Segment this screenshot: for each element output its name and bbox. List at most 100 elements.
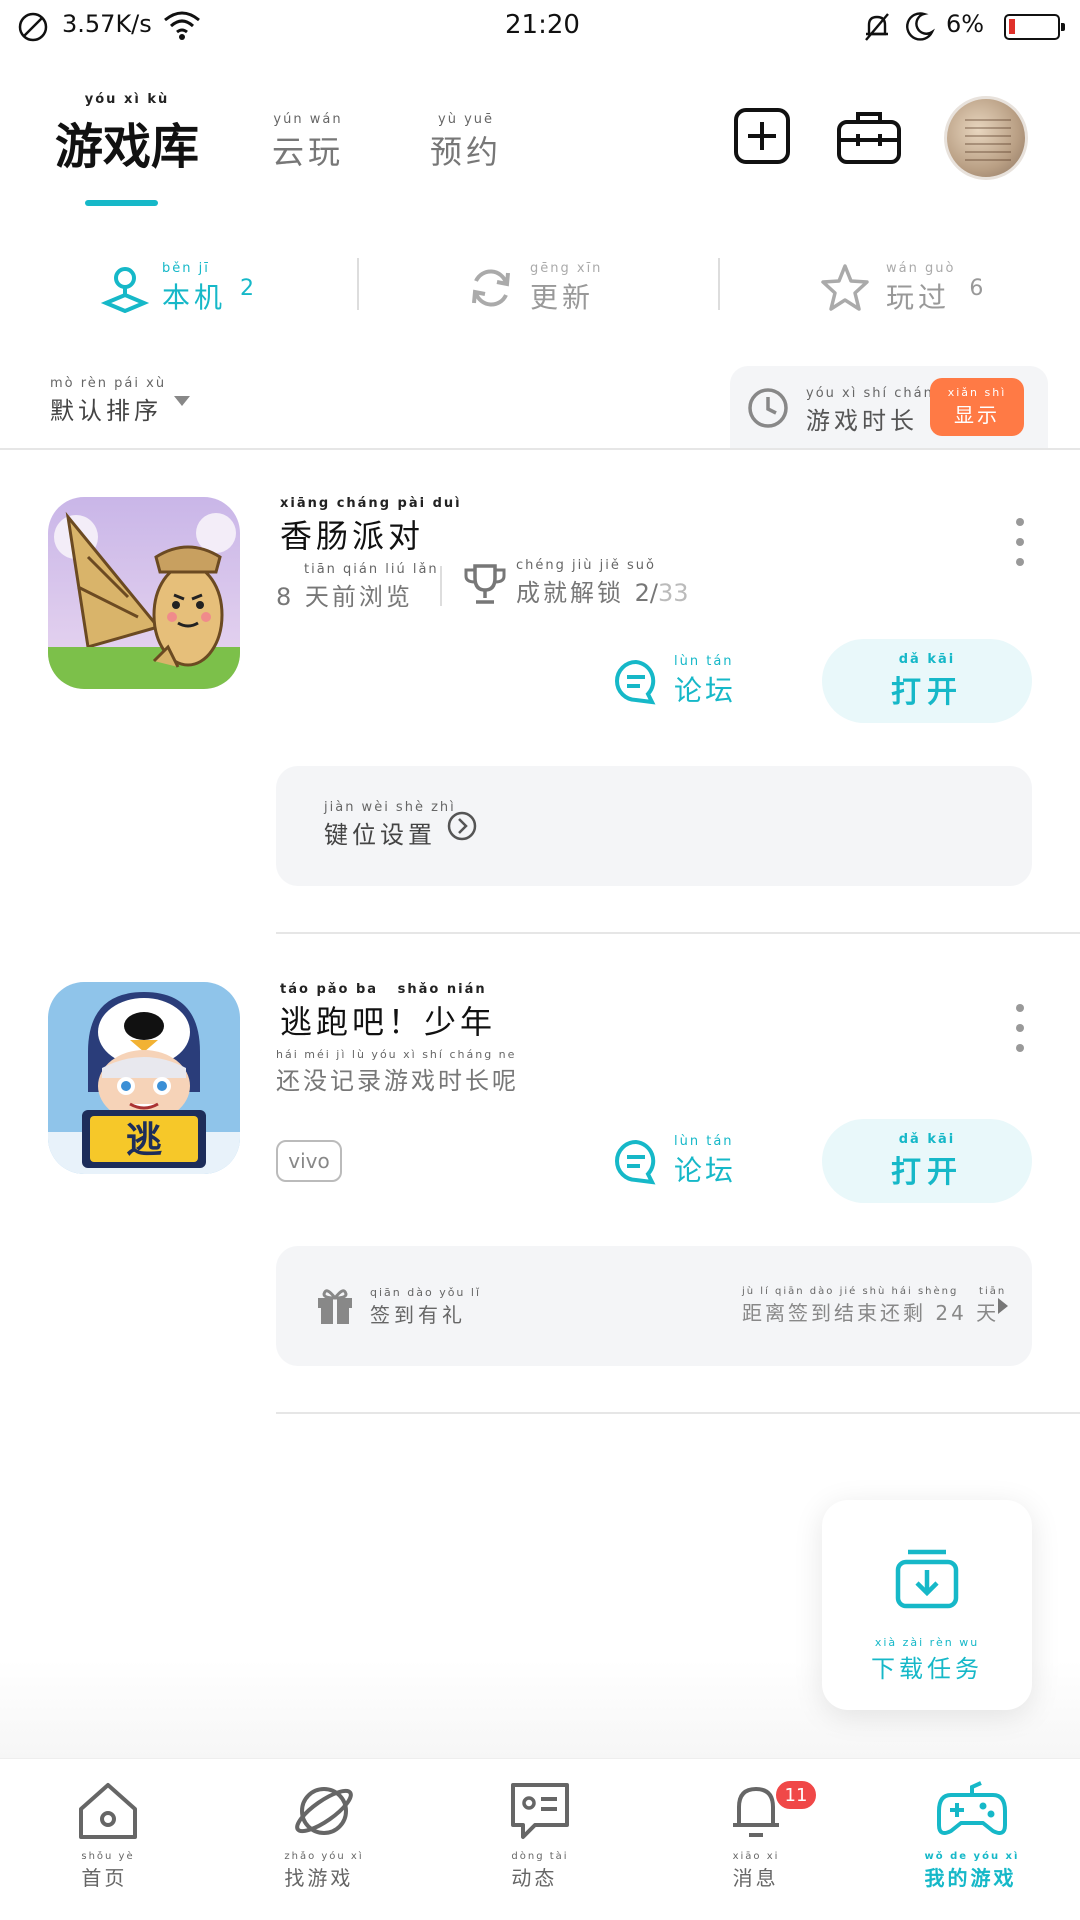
star-icon [821, 264, 869, 311]
moon-icon [906, 12, 935, 41]
clock-icon [748, 388, 788, 428]
game-title-sausage-party[interactable]: xiāng cháng pài duì 香肠派对 [280, 496, 462, 557]
home-icon [79, 1783, 137, 1839]
divider [276, 1412, 1080, 1414]
nav-find-games[interactable]: zhǎo yóu xì 找游戏 [224, 1779, 424, 1891]
nav-messages[interactable]: 11 xiāo xi 消息 [656, 1779, 856, 1891]
active-tab-indicator [85, 200, 158, 206]
subtab-pinyin: běn jī [162, 260, 210, 276]
tab-reservation[interactable]: yù yuē 预约 [430, 112, 502, 173]
game-icon-escape-boy[interactable]: 逃 [48, 982, 240, 1174]
game-icon-sausage-party[interactable] [48, 497, 240, 689]
wifi-icon [164, 11, 200, 40]
open-label: 打开 [891, 674, 963, 710]
subtab-update[interactable]: gēng xīn 更新 [466, 258, 602, 318]
download-label: xià zài rèn wu 下载任务 [822, 1636, 1032, 1684]
subtab-count: 2 [240, 275, 255, 301]
tab-cloud-play[interactable]: yún wán 云玩 [272, 112, 344, 173]
caret-down-icon [174, 396, 190, 406]
subtab-played[interactable]: wán guò 玩过 6 [818, 258, 983, 318]
no-playtime-record: hái méi jì lù yóu xì shí cháng ne 还没记录游戏… [276, 1048, 519, 1096]
download-icon [895, 1549, 959, 1609]
achievement-label: 成就解锁 [516, 579, 624, 607]
user-avatar[interactable] [944, 96, 1028, 180]
tab-pinyin: yún wán [273, 112, 343, 127]
sort-label: 默认排序 [50, 397, 162, 425]
remaining-pinyin: jù lí qiān dào jié shù hái shèng tiān [742, 1286, 1007, 1297]
toolbox-icon[interactable] [836, 108, 902, 166]
title-pinyin: táo pǎo ba shǎo nián [280, 982, 487, 997]
last-browsed-pinyin: tiān qián liú lǎn [304, 562, 439, 577]
nav-label: 消息 [732, 1866, 779, 1890]
status-bar: 3.57K/s 21:20 6% [0, 0, 1080, 54]
open-pinyin: dǎ kāi [898, 1131, 956, 1147]
more-options-icon[interactable] [1012, 1004, 1028, 1052]
forum-button[interactable]: lùn tán 论坛 [612, 654, 736, 709]
show-playtime-button[interactable]: xiǎn shì 显示 [930, 378, 1024, 436]
title-text: 逃跑吧！少年 [280, 1003, 497, 1041]
sausage-party-art [48, 497, 240, 689]
panel-pinyin: qiān dào yǒu lǐ [370, 1286, 482, 1299]
checkin-gift-panel[interactable]: qiān dào yǒu lǐ 签到有礼 jù lí qiān dào jié … [276, 1246, 1032, 1366]
open-game-button[interactable]: dǎ kāi 打开 [822, 639, 1032, 723]
nav-label: 动态 [511, 1866, 558, 1890]
subtab-label: 本机 [162, 280, 227, 314]
divider [276, 932, 1080, 934]
gift-icon [318, 1289, 352, 1324]
no-record-pinyin: hái méi jì lù yóu xì shí cháng ne [276, 1048, 517, 1061]
nav-pinyin: shǒu yè [81, 1851, 135, 1862]
escape-boy-art: 逃 [48, 982, 240, 1174]
add-icon[interactable] [732, 106, 792, 166]
open-game-button[interactable]: dǎ kāi 打开 [822, 1119, 1032, 1203]
more-options-icon[interactable] [1012, 518, 1028, 566]
forum-pinyin: lùn tán [674, 1134, 734, 1149]
svg-text:逃: 逃 [126, 1120, 162, 1161]
trophy-icon [464, 564, 506, 604]
playtime-toggle-card: yóu xì shí cháng 游戏时长 xiǎn shì 显示 [730, 366, 1048, 450]
nav-pinyin: dòng tài [511, 1851, 569, 1862]
playtime-pinyin: yóu xì shí cháng [806, 386, 945, 401]
tab-label: 游戏库 [55, 119, 200, 175]
last-browsed-text: 8 天前浏览 [276, 583, 413, 611]
nav-my-games[interactable]: wǒ de yóu xì 我的游戏 [872, 1779, 1072, 1891]
nav-home[interactable]: shǒu yè 首页 [8, 1779, 208, 1891]
no-record-text: 还没记录游戏时长呢 [276, 1067, 519, 1095]
achievement-progress[interactable]: chéng jiù jiě suǒ 成就解锁 2/33 [516, 558, 689, 608]
nav-pinyin: zhǎo yóu xì [284, 1851, 364, 1862]
forum-icon [615, 659, 656, 704]
tab-game-library[interactable]: yóu xì kù 游戏库 [55, 92, 199, 177]
forum-label: 论坛 [674, 674, 737, 707]
panel-text: 键位设置 [324, 821, 436, 849]
clock: 21:20 [505, 10, 580, 40]
title-text: 香肠派对 [280, 517, 425, 555]
nav-label: 我的游戏 [924, 1866, 1017, 1890]
no-sim-icon [18, 12, 48, 42]
download-text: 下载任务 [871, 1655, 983, 1683]
sort-pinyin: mò rèn pái xù [50, 376, 167, 391]
forum-label: 论坛 [674, 1154, 737, 1187]
download-pinyin: xià zài rèn wu [874, 1636, 980, 1649]
subtab-local[interactable]: běn jī 本机 2 [100, 258, 254, 318]
download-tasks-button[interactable]: xià zài rèn wu 下载任务 [822, 1500, 1032, 1710]
key-mapping-panel[interactable]: jiàn wèi shè zhì 键位设置 [276, 766, 1032, 886]
divider [357, 258, 359, 310]
game-title-escape-boy[interactable]: táo pǎo ba shǎo nián 逃跑吧！少年 [280, 982, 496, 1043]
panel-text: 签到有礼 [370, 1303, 466, 1327]
show-label: 显示 [953, 403, 1000, 427]
bottom-navigation: shǒu yè 首页 zhǎo yóu xì 找游戏 dòng tài 动态 1… [0, 1758, 1080, 1920]
subtab-label: 玩过 [886, 280, 951, 314]
divider [718, 258, 720, 310]
achievement-total: 33 [658, 579, 689, 607]
nav-pinyin: xiāo xi [732, 1851, 780, 1862]
vivo-badge: vivo [276, 1140, 342, 1182]
last-browsed: tiān qián liú lǎn 8 天前浏览 [276, 562, 439, 612]
subtab-pinyin: gēng xīn [530, 260, 603, 276]
net-speed: 3.57K/s [62, 10, 152, 38]
nav-feed[interactable]: dòng tài 动态 [440, 1779, 640, 1891]
forum-button[interactable]: lùn tán 论坛 [612, 1134, 736, 1189]
tab-pinyin: yóu xì kù [84, 92, 170, 107]
sort-dropdown[interactable]: mò rèn pái xù 默认排序 [50, 376, 166, 426]
divider [440, 566, 442, 606]
nav-label: 找游戏 [284, 1866, 354, 1890]
subtab-label: 更新 [530, 280, 595, 314]
